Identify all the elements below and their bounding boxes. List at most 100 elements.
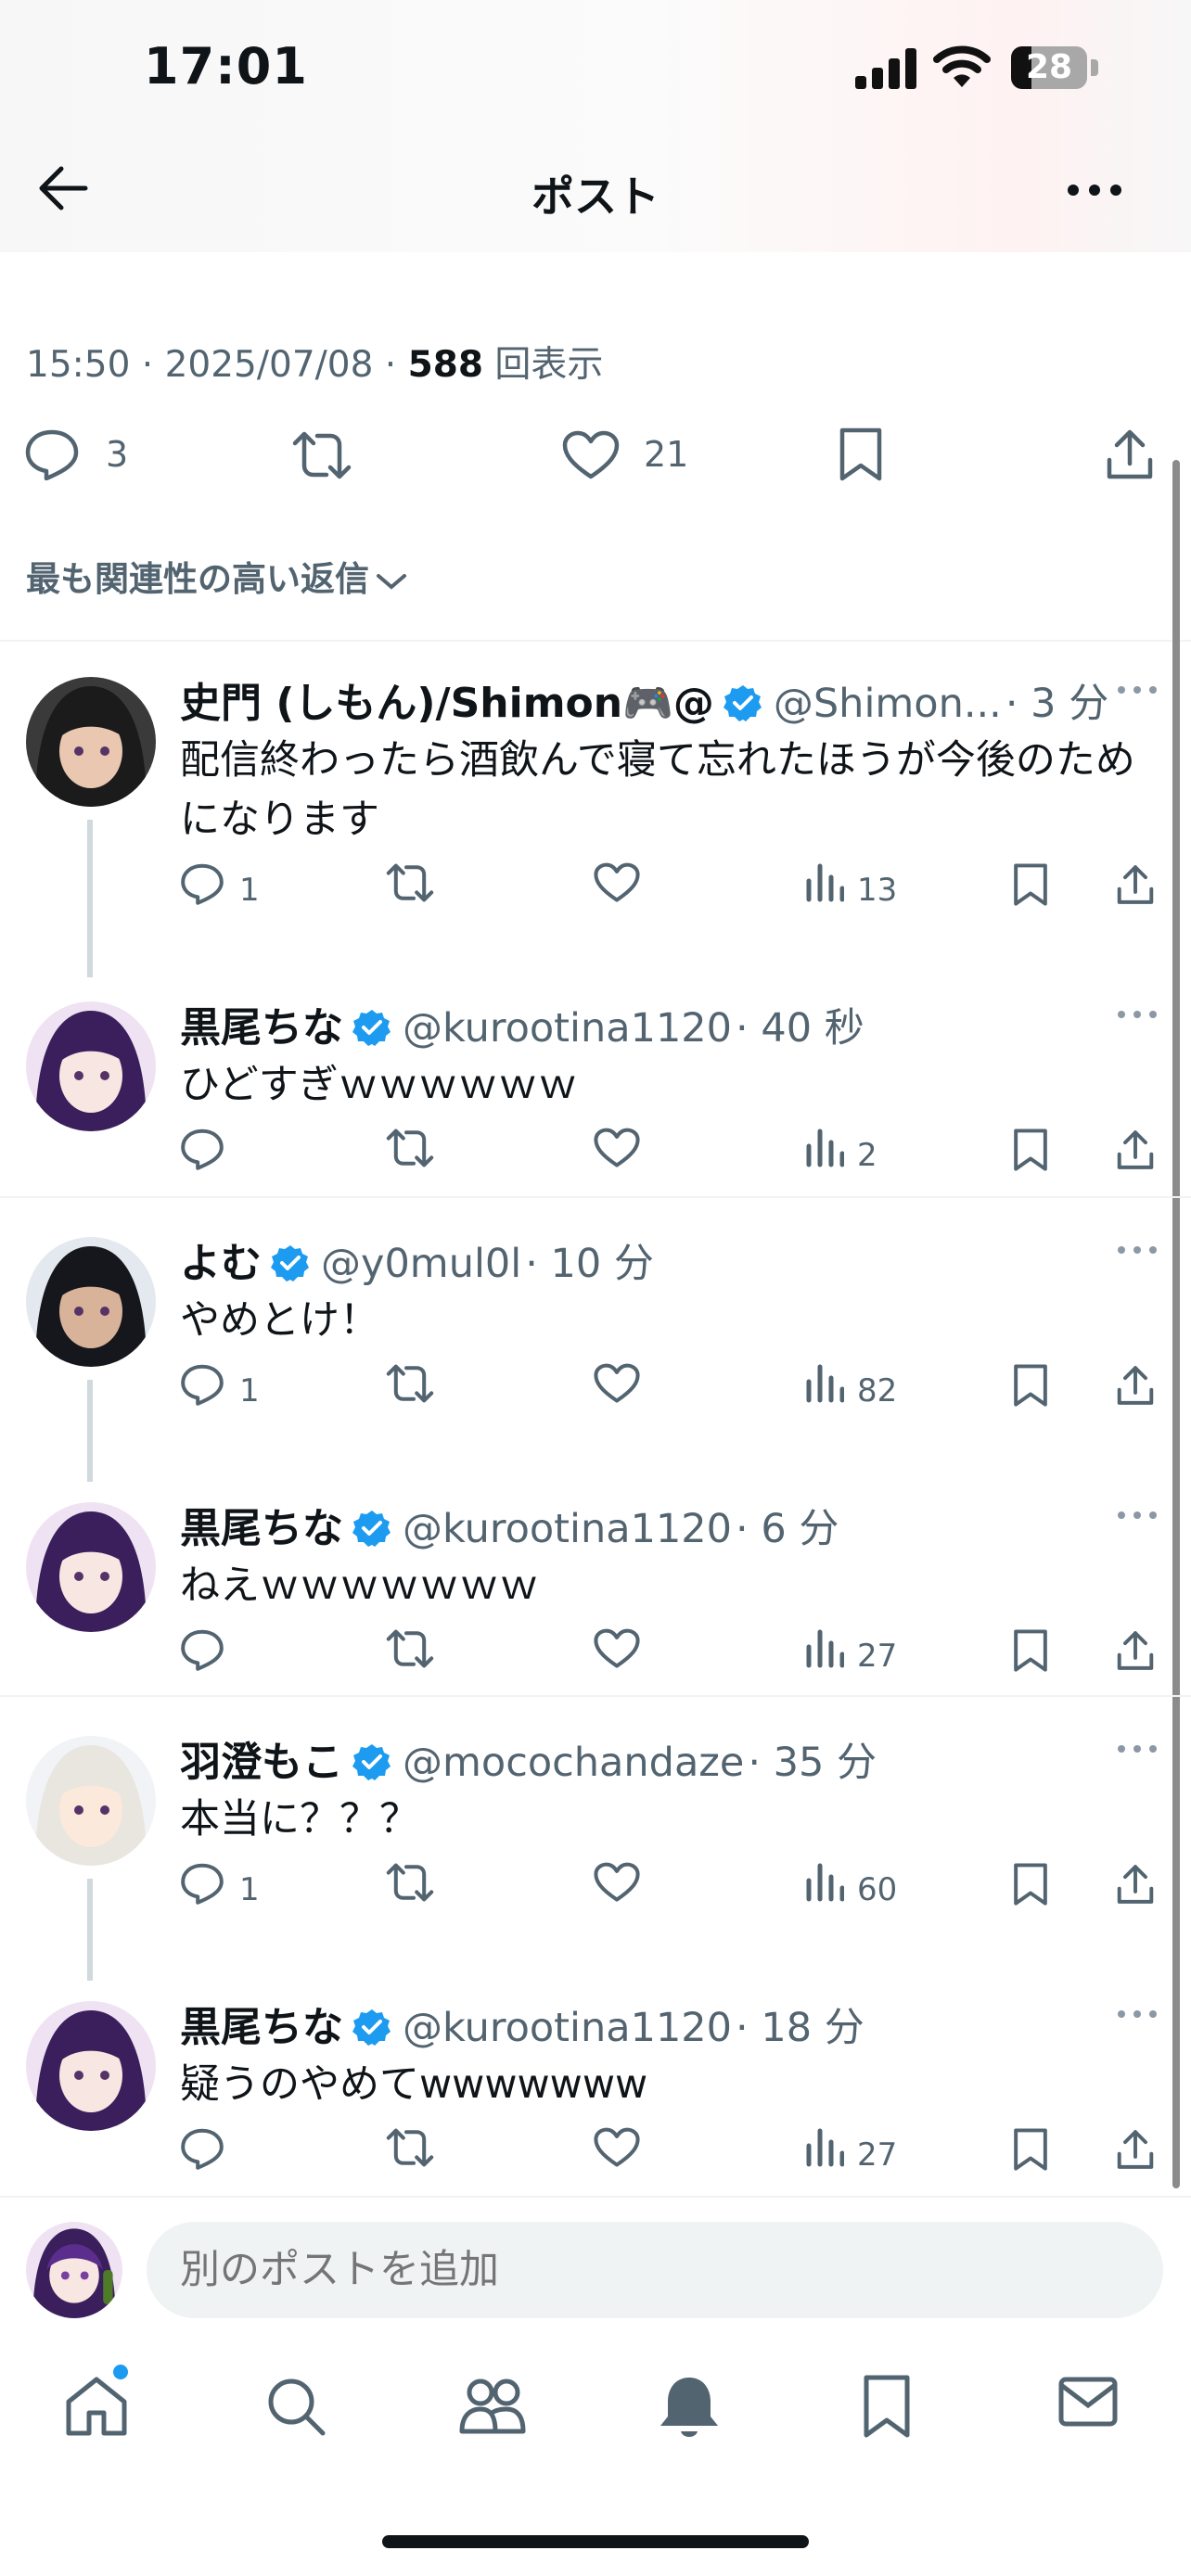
view-count: 82 [857, 1372, 898, 1409]
share-icon[interactable] [1115, 1628, 1156, 1673]
repost-icon[interactable] [384, 1363, 436, 1404]
views-icon[interactable] [803, 1363, 844, 1404]
more-options-icon[interactable] [1117, 1244, 1158, 1256]
reply-item[interactable]: 史門 (しもん)/Shimon🎮@ @Shimon...· 3 分配信終わったら酒… [0, 644, 1169, 977]
verified-badge-icon [352, 1010, 391, 1046]
like-icon[interactable] [594, 2127, 640, 2168]
more-options-icon[interactable] [1117, 1743, 1158, 1754]
share-icon[interactable] [1115, 2127, 1156, 2172]
view-count-label: 回表示 [483, 344, 604, 386]
more-options-icon[interactable] [1117, 1009, 1158, 1020]
like-count: 21 [644, 434, 689, 475]
reply-action-bar: 27 [0, 2127, 1191, 2192]
reply-action-bar: 27 [0, 1628, 1191, 1693]
more-options-icon[interactable] [1067, 184, 1122, 197]
reply-item[interactable]: 黒尾ちな @kurootina1120· 40 秒ひどすぎｗｗｗｗｗｗ 2 [0, 968, 1169, 1218]
reply-icon[interactable] [180, 1862, 224, 1905]
more-options-icon[interactable] [1117, 2009, 1158, 2020]
share-icon[interactable] [1115, 1363, 1156, 1408]
wifi-icon [933, 45, 991, 87]
reply-author[interactable]: 黒尾ちな @kurootina1120· 18 分 [180, 1994, 864, 2053]
reply-time: · 40 秒 [736, 1005, 864, 1052]
reply-author[interactable]: 羽澄もこ @mocochandaze· 35 分 [180, 1728, 877, 1788]
divider [0, 640, 1191, 642]
avatar[interactable] [26, 1736, 156, 1866]
avatar[interactable] [26, 1502, 156, 1632]
reply-author[interactable]: 史門 (しもん)/Shimon🎮@ @Shimon...· 3 分 [180, 670, 1108, 729]
views-icon[interactable] [803, 2127, 844, 2168]
reply-item[interactable]: よむ @y0mul0l· 10 分やめとけ！ 1 82 [0, 1204, 1169, 1482]
repost-icon[interactable] [384, 862, 436, 903]
like-icon[interactable] [594, 862, 640, 903]
author-handle: @kurootina1120 [403, 1005, 733, 1052]
like-icon[interactable] [594, 1862, 640, 1903]
more-options-icon[interactable] [1117, 684, 1158, 695]
add-post-input[interactable] [147, 2222, 1163, 2318]
more-options-icon[interactable] [1117, 1510, 1158, 1521]
bookmark-icon[interactable] [1013, 2127, 1048, 2172]
reply-icon[interactable] [180, 1628, 224, 1671]
reply-text: ひどすぎｗｗｗｗｗｗ [180, 1062, 578, 1108]
reply-time: · 6 分 [736, 1506, 839, 1552]
bookmark-icon[interactable] [1013, 862, 1048, 907]
view-count: 27 [857, 1638, 898, 1675]
like-icon[interactable] [594, 1128, 640, 1168]
share-icon[interactable] [1115, 862, 1156, 907]
bookmarks-icon[interactable] [863, 2374, 911, 2439]
repost-icon[interactable] [384, 2127, 436, 2168]
repost-icon[interactable] [384, 1862, 436, 1903]
reply-item[interactable]: 羽澄もこ @mocochandaze· 35 分本当に？？？ 1 60 [0, 1702, 1169, 1981]
reply-icon[interactable] [180, 862, 224, 905]
repost-icon[interactable] [289, 430, 354, 480]
reply-sort-dropdown[interactable]: 最も関連性の高い返信 [26, 551, 408, 601]
reply-time: · 35 分 [748, 1740, 877, 1786]
reply-count: 1 [239, 1871, 260, 1908]
messages-icon[interactable] [1057, 2374, 1119, 2429]
bookmark-icon[interactable] [1013, 1628, 1048, 1673]
views-icon[interactable] [803, 862, 844, 903]
avatar[interactable] [26, 1237, 156, 1367]
bookmark-icon[interactable] [1013, 1363, 1048, 1408]
avatar[interactable] [26, 1001, 156, 1131]
reply-icon[interactable] [180, 1128, 224, 1170]
author-handle: @y0mul0l [321, 1241, 522, 1287]
reply-author[interactable]: 黒尾ちな @kurootina1120· 40 秒 [180, 994, 864, 1053]
notifications-icon[interactable] [657, 2374, 722, 2441]
reply-icon[interactable] [180, 1363, 224, 1406]
author-name: 羽澄もこ [180, 1739, 343, 1786]
views-icon[interactable] [803, 1628, 844, 1669]
reply-item[interactable]: 黒尾ちな @kurootina1120· 6 分ねえｗｗｗｗｗｗｗ 27 [0, 1469, 1169, 1719]
share-icon[interactable] [1115, 1862, 1156, 1906]
like-icon[interactable] [562, 430, 620, 480]
repost-icon[interactable] [384, 1128, 436, 1168]
reply-author[interactable]: よむ @y0mul0l· 10 分 [180, 1230, 654, 1289]
reply-item[interactable]: 黒尾ちな @kurootina1120· 18 分疑うのやめてwwwwwww 27 [0, 1968, 1169, 2218]
views-icon[interactable] [803, 1128, 844, 1168]
bookmark-icon[interactable] [1013, 1128, 1048, 1172]
reply-author[interactable]: 黒尾ちな @kurootina1120· 6 分 [180, 1495, 839, 1554]
share-icon[interactable] [1115, 1128, 1156, 1172]
scrollbar[interactable] [1172, 460, 1180, 2188]
divider [0, 2196, 1191, 2198]
author-name: 史門 (しもん)/Shimon🎮@ [180, 680, 714, 727]
reply-icon[interactable] [180, 2127, 224, 2170]
bookmark-icon[interactable] [1013, 1862, 1048, 1906]
communities-icon[interactable] [458, 2374, 527, 2439]
repost-icon[interactable] [384, 1628, 436, 1669]
reply-count: 3 [106, 434, 129, 475]
reply-text: ねえｗｗｗｗｗｗｗ [180, 1562, 539, 1609]
bookmark-icon[interactable] [839, 427, 883, 482]
avatar[interactable] [26, 2001, 156, 2131]
verified-badge-icon [352, 2009, 391, 2046]
search-icon[interactable] [263, 2374, 328, 2439]
avatar[interactable] [26, 677, 156, 807]
author-handle: @Shimon... [773, 681, 1002, 727]
like-icon[interactable] [594, 1628, 640, 1669]
like-icon[interactable] [594, 1363, 640, 1404]
views-icon[interactable] [803, 1862, 844, 1903]
reply-action-bar: 1 82 [0, 1363, 1191, 1428]
share-icon[interactable] [1104, 427, 1156, 482]
home-icon[interactable] [63, 2374, 130, 2439]
reply-icon[interactable] [24, 428, 80, 480]
verified-badge-icon [271, 1245, 309, 1282]
